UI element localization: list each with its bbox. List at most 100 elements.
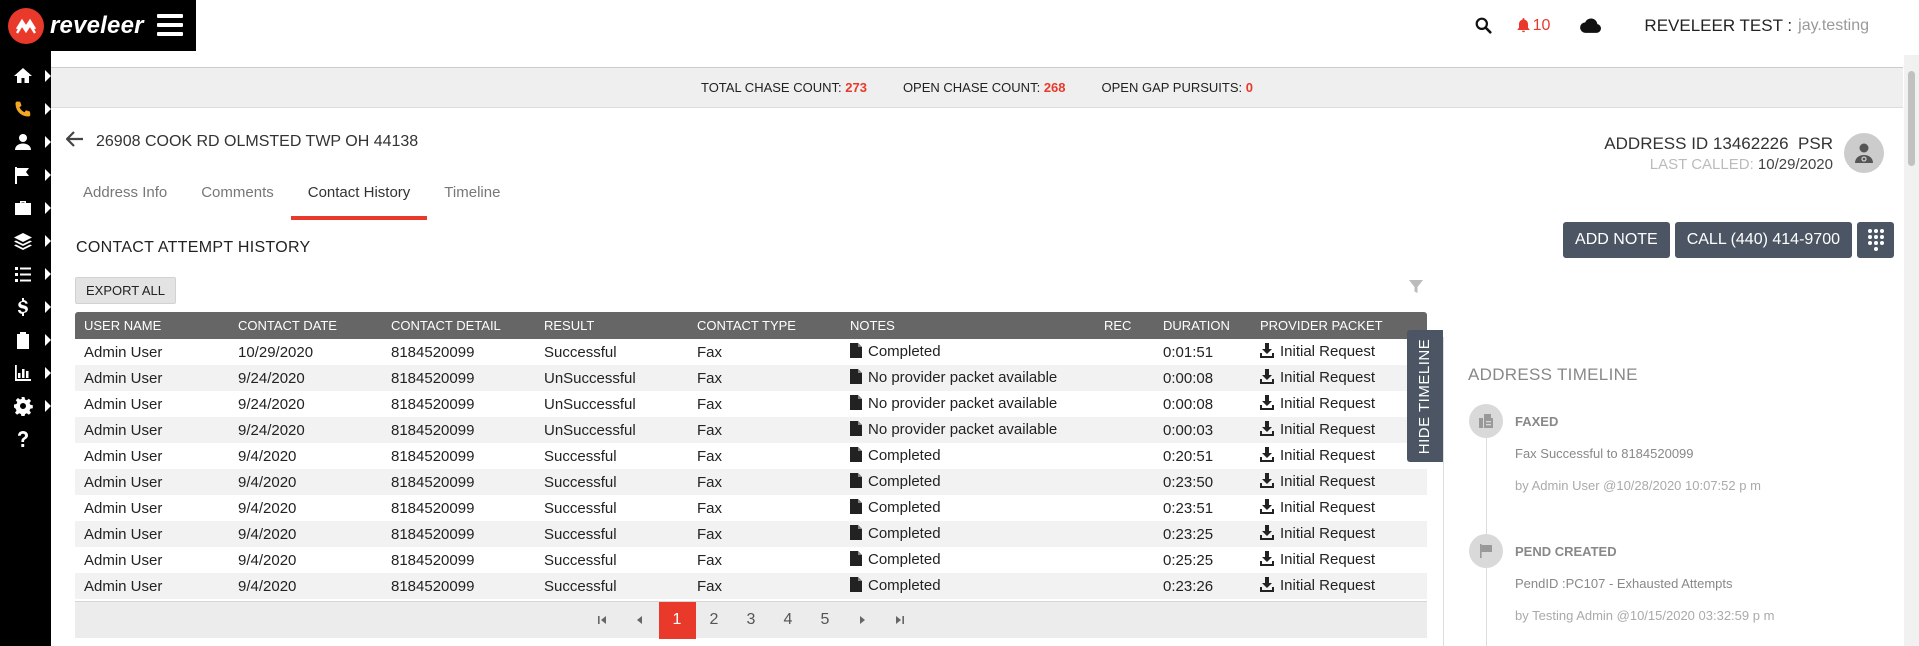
download-icon[interactable] — [1260, 472, 1274, 492]
timeline-line — [1486, 412, 1487, 646]
address-timeline-panel: ADDRESS TIMELINE FAXED Fax Successful to… — [1443, 337, 1903, 646]
table-row[interactable]: Admin User 9/4/2020 8184520099 Successful Fa… — [75, 469, 1427, 495]
column-header[interactable]: NOTES — [841, 318, 1095, 333]
table-cell[interactable]: Initial Request — [1251, 576, 1427, 596]
cell-text: 8184520099 — [391, 499, 475, 517]
table-row[interactable]: Admin User 9/4/2020 8184520099 Successful Fa… — [75, 495, 1427, 521]
column-header[interactable]: CONTACT DETAIL — [382, 318, 535, 333]
cell-text: 8184520099 — [391, 447, 475, 465]
download-icon[interactable] — [1260, 368, 1274, 388]
table-cell[interactable]: Initial Request — [1251, 446, 1427, 466]
table-row[interactable]: Admin User 10/29/2020 8184520099 Successful… — [75, 339, 1427, 365]
tab-contact-history[interactable]: Contact History — [290, 180, 428, 220]
address-id: ADDRESS ID 13462226 — [1604, 134, 1789, 153]
download-icon[interactable] — [1260, 524, 1274, 544]
table-cell[interactable]: Completed — [841, 550, 1095, 570]
column-header[interactable]: USER NAME — [75, 318, 229, 333]
table-cell[interactable]: Completed — [841, 576, 1095, 596]
column-header[interactable]: DURATION — [1154, 318, 1251, 333]
table-cell[interactable]: Initial Request — [1251, 342, 1427, 362]
cell-text: 0:01:51 — [1163, 343, 1214, 361]
table-cell[interactable]: Initial Request — [1251, 472, 1427, 492]
table-cell[interactable]: Initial Request — [1251, 368, 1427, 388]
cell-text: Initial Request — [1280, 550, 1376, 568]
page-1[interactable]: 1 — [658, 601, 696, 639]
table-row[interactable]: Admin User 9/4/2020 8184520099 Successful Fa… — [75, 547, 1427, 573]
username[interactable]: jay.testing — [1798, 17, 1869, 35]
table-cell[interactable]: Completed — [841, 342, 1095, 362]
document-icon — [850, 342, 862, 362]
table-cell[interactable]: Completed — [841, 446, 1095, 466]
vertical-scrollbar[interactable] — [1904, 55, 1919, 646]
column-header[interactable]: RESULT — [535, 318, 688, 333]
download-icon[interactable] — [1260, 576, 1274, 596]
download-icon[interactable] — [1260, 420, 1274, 440]
column-header[interactable]: PROVIDER PACKET — [1251, 318, 1427, 333]
document-icon — [850, 576, 862, 596]
table-row[interactable]: Admin User 9/24/2020 8184520099 UnSuccessfu… — [75, 365, 1427, 391]
page-3[interactable]: 3 — [733, 602, 770, 639]
table-row[interactable]: Admin User 9/24/2020 8184520099 UnSuccessfu… — [75, 417, 1427, 443]
column-header[interactable]: CONTACT DATE — [229, 318, 382, 333]
hide-timeline-button[interactable]: HIDE TIMELINE — [1407, 330, 1443, 462]
download-icon[interactable] — [1260, 446, 1274, 466]
table-cell[interactable]: Initial Request — [1251, 524, 1427, 544]
dialpad-button[interactable] — [1857, 222, 1894, 258]
table-row[interactable]: Admin User 9/4/2020 8184520099 Successful Fa… — [75, 443, 1427, 469]
table-cell: Admin User — [75, 500, 229, 517]
list-icon — [15, 267, 31, 282]
nav-help[interactable] — [0, 419, 51, 459]
column-header[interactable]: REC — [1095, 318, 1154, 333]
provider-avatar-icon[interactable] — [1844, 133, 1884, 173]
table-cell[interactable]: Completed — [841, 524, 1095, 544]
table-cell[interactable]: No provider packet available — [841, 368, 1095, 388]
export-all-button[interactable]: EXPORT ALL — [75, 277, 177, 304]
cell-text: Fax — [697, 369, 723, 387]
table-cell[interactable]: Initial Request — [1251, 394, 1427, 414]
table-cell: Admin User — [75, 396, 229, 413]
chase-counts-banner: TOTAL CHASE COUNT: 273 OPEN CHASE COUNT:… — [51, 68, 1903, 108]
table-cell: Admin User — [75, 448, 229, 465]
tab-address-info[interactable]: Address Info — [66, 180, 184, 220]
tab-comments[interactable]: Comments — [184, 180, 291, 220]
last-page-icon[interactable] — [881, 602, 918, 639]
logo-mark-icon — [8, 7, 44, 44]
prev-page-icon[interactable] — [622, 602, 659, 639]
page-4[interactable]: 4 — [770, 602, 807, 639]
notifications-button[interactable]: 10 — [1516, 17, 1550, 35]
download-icon[interactable] — [1260, 498, 1274, 518]
download-icon[interactable] — [1260, 550, 1274, 570]
cell-text: Successful — [544, 473, 617, 491]
table-cell: Fax — [688, 474, 841, 491]
column-header[interactable]: CONTACT TYPE — [688, 318, 841, 333]
download-icon[interactable] — [1260, 342, 1274, 362]
back-arrow-icon[interactable] — [65, 131, 84, 152]
cloud-icon[interactable] — [1580, 18, 1602, 33]
table-cell[interactable]: No provider packet available — [841, 420, 1095, 440]
table-cell: Successful — [535, 526, 688, 543]
tab-timeline[interactable]: Timeline — [427, 180, 517, 220]
table-row[interactable]: Admin User 9/4/2020 8184520099 Successful Fa… — [75, 521, 1427, 547]
table-cell[interactable]: No provider packet available — [841, 394, 1095, 414]
page-2[interactable]: 2 — [696, 602, 733, 639]
table-row[interactable]: Admin User 9/4/2020 8184520099 Successful Fa… — [75, 573, 1427, 599]
table-cell[interactable]: Initial Request — [1251, 498, 1427, 518]
download-icon[interactable] — [1260, 394, 1274, 414]
table-header: USER NAME CONTACT DATE CONTACT DETAIL RE… — [75, 312, 1427, 339]
table-cell[interactable]: Initial Request — [1251, 550, 1427, 570]
table-cell: Admin User — [75, 344, 229, 361]
menu-icon[interactable] — [157, 14, 183, 36]
filter-icon[interactable] — [1408, 279, 1424, 300]
page-5[interactable]: 5 — [807, 602, 844, 639]
next-page-icon[interactable] — [844, 602, 881, 639]
table-cell[interactable]: Initial Request — [1251, 420, 1427, 440]
table-row[interactable]: Admin User 9/24/2020 8184520099 UnSuccessfu… — [75, 391, 1427, 417]
last-called-label: LAST CALLED: — [1649, 156, 1754, 173]
table-cell[interactable]: Completed — [841, 498, 1095, 518]
add-note-button[interactable]: ADD NOTE — [1563, 222, 1670, 258]
search-icon[interactable] — [1475, 17, 1492, 34]
table-cell[interactable]: Completed — [841, 472, 1095, 492]
first-page-icon[interactable] — [585, 602, 622, 639]
call-button[interactable]: CALL (440) 414-9700 — [1674, 222, 1852, 258]
cell-text: 8184520099 — [391, 551, 475, 569]
